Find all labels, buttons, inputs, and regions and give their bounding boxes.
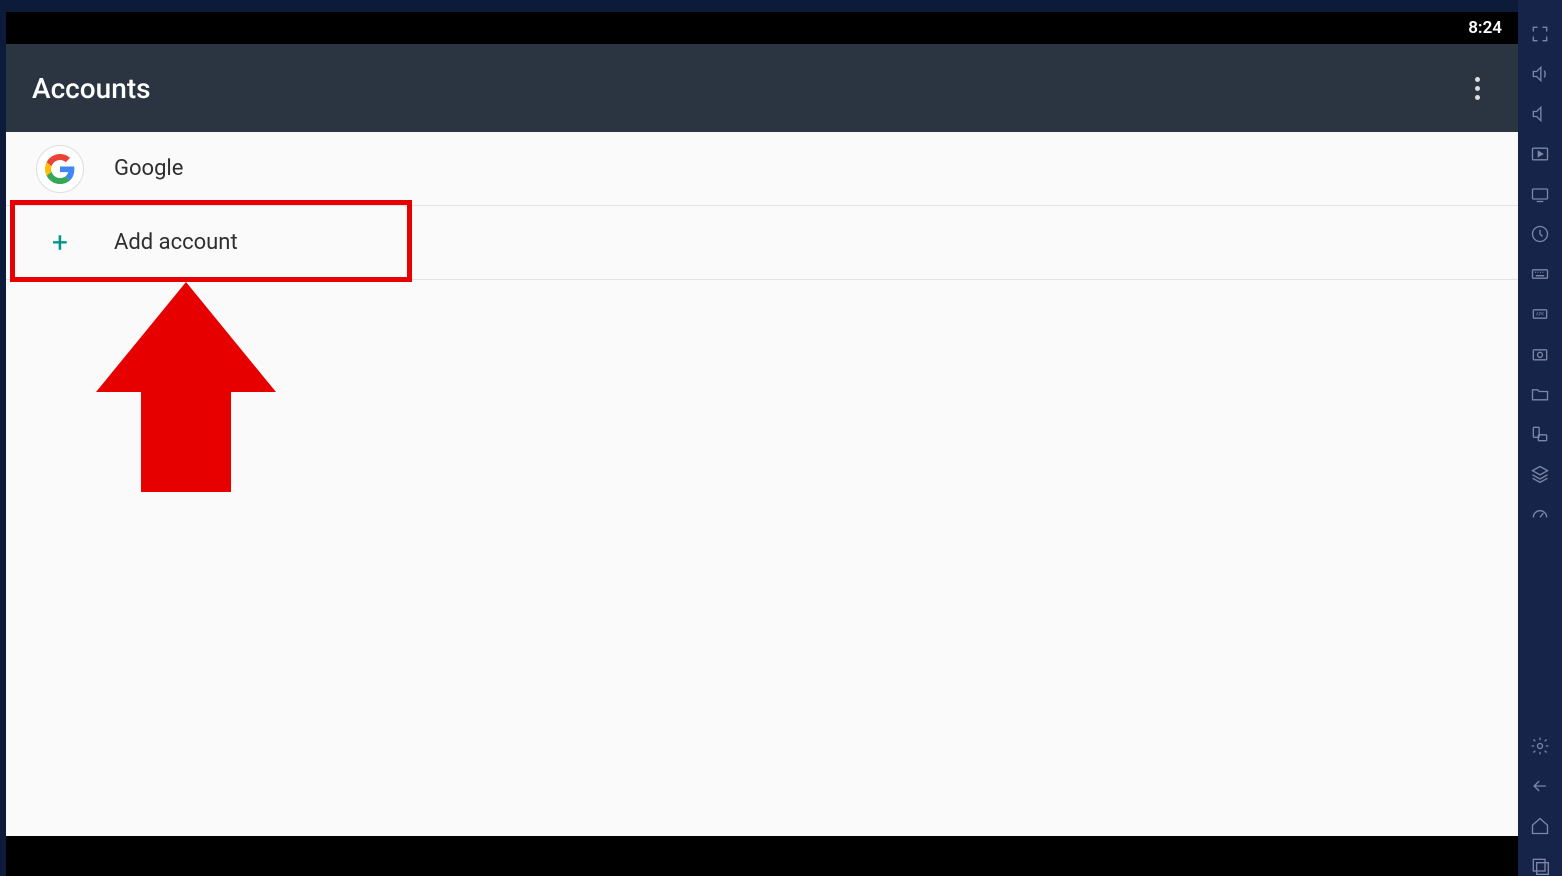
volume-down-icon[interactable]: [1530, 104, 1550, 124]
screenshot-icon[interactable]: [1530, 344, 1550, 364]
overflow-menu-button[interactable]: [1462, 73, 1492, 103]
bluestacks-sidebar: APK: [1518, 0, 1562, 876]
status-time: 8:24: [1468, 18, 1502, 38]
android-bottom-bar: [6, 836, 1518, 876]
clock-icon[interactable]: [1530, 224, 1550, 244]
account-label: Google: [114, 156, 183, 181]
play-in-frame-icon[interactable]: [1530, 144, 1550, 164]
volume-up-icon[interactable]: [1530, 64, 1550, 84]
svg-text:APK: APK: [1536, 313, 1544, 318]
home-icon[interactable]: [1530, 816, 1550, 836]
layers-icon[interactable]: [1530, 464, 1550, 484]
speedometer-icon[interactable]: [1530, 504, 1550, 524]
android-status-bar: 8:24: [6, 12, 1518, 44]
fullscreen-icon[interactable]: [1530, 24, 1550, 44]
folder-icon[interactable]: [1530, 384, 1550, 404]
google-icon: [36, 145, 84, 193]
accounts-content: Google + Add account: [6, 132, 1518, 836]
keyboard-icon[interactable]: [1530, 264, 1550, 284]
annotation-arrow-icon: [96, 282, 276, 492]
tv-icon[interactable]: [1530, 184, 1550, 204]
add-account-label: Add account: [114, 230, 238, 255]
apk-icon[interactable]: APK: [1530, 304, 1550, 324]
rotate-icon[interactable]: [1530, 424, 1550, 444]
add-account-row[interactable]: + Add account: [6, 206, 1518, 280]
recents-icon[interactable]: [1530, 856, 1550, 876]
accounts-header: Accounts: [6, 44, 1518, 132]
settings-icon[interactable]: [1530, 736, 1550, 756]
back-icon[interactable]: [1530, 776, 1550, 796]
account-row-google[interactable]: Google: [6, 132, 1518, 206]
page-title: Accounts: [32, 72, 151, 105]
frame-top-bar: [0, 0, 1562, 10]
plus-icon: +: [36, 226, 84, 259]
